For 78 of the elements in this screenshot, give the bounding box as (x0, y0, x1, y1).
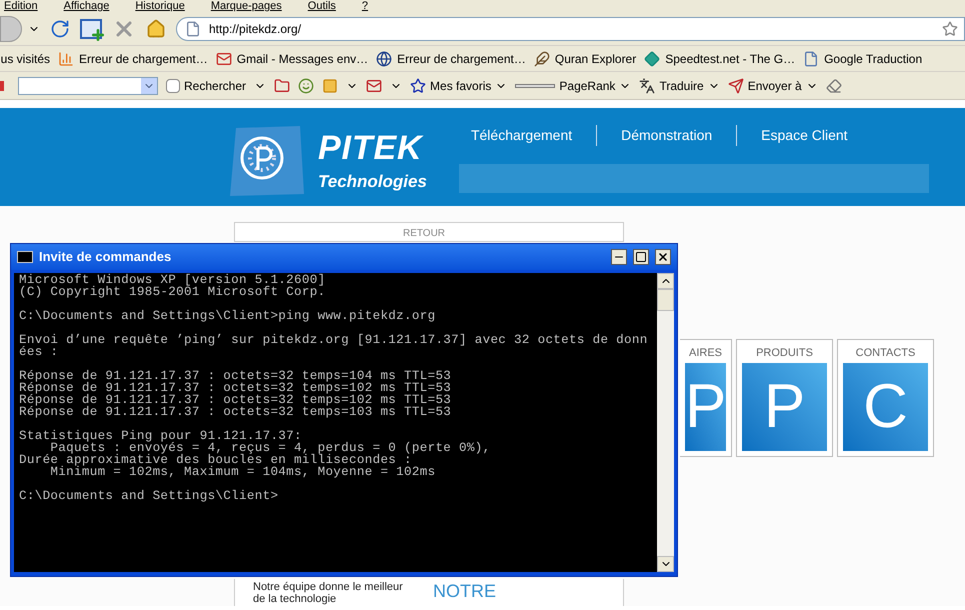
smiley-icon[interactable] (298, 78, 314, 94)
send-icon (728, 78, 744, 94)
scroll-down-icon[interactable] (657, 556, 674, 572)
intro-text: Notre équipe donne le meilleur de la technologie (253, 581, 403, 606)
menu-item[interactable]: Edition (4, 0, 38, 12)
console-line: C:\Documents and Settings\Client> (19, 490, 280, 502)
globe-icon (376, 50, 392, 66)
bookmark-link[interactable]: Google Traduction (824, 50, 922, 68)
brand-tagline: Technologies (318, 171, 427, 193)
toolbar-button[interactable]: Traduire (659, 76, 704, 94)
menu-item[interactable]: Marque-pages (210, 0, 282, 12)
category-card[interactable]: CONTACTS C (837, 339, 934, 457)
console-line: Minimum = 102ms, Maximum = 104ms, Moyenne = 102ms (49, 466, 436, 478)
console-icon (17, 251, 33, 263)
nav-link[interactable]: Téléchargement (458, 124, 584, 146)
bookmark-star-icon[interactable] (942, 20, 958, 36)
console-line: Microsoft Windows XP [version 5.1.2600] (19, 274, 326, 286)
console-line: Réponse de 91.121.17.37 : octets=32 temps=104 ms TTL=53 (19, 370, 452, 382)
bookmark-link[interactable]: Quran Explorer (554, 50, 636, 68)
console-line: Réponse de 91.121.17.37 : octets=32 temps=102 ms TTL=53 (19, 394, 452, 406)
brand-name: PITEK (318, 130, 424, 166)
feather-icon (534, 50, 550, 66)
search-combobox[interactable] (18, 76, 158, 94)
menu-item[interactable]: Historique (135, 0, 185, 12)
bookmark-link[interactable]: Speedtest.net - The G… (665, 50, 796, 68)
envelope-icon (216, 50, 232, 66)
category-card[interactable]: PRODUITS P (736, 339, 833, 457)
nav-link[interactable]: Espace Client (736, 124, 860, 146)
card-tile: P (742, 363, 827, 451)
card-label: AIRES (688, 346, 723, 361)
scroll-thumb[interactable] (657, 289, 674, 311)
card-tile: C (843, 363, 928, 451)
scroll-up-icon[interactable] (657, 273, 674, 289)
back-link[interactable]: RETOUR (402, 226, 446, 241)
bar-chart-icon (58, 50, 74, 66)
bookmark-link[interactable]: Erreur de chargement… (397, 50, 526, 68)
pagerank-bar-icon (515, 84, 556, 88)
translate-icon (639, 78, 656, 94)
console-line: (C) Copyright 1985-2001 Microsoft Corp. (19, 286, 326, 298)
scrollbar[interactable] (657, 273, 674, 572)
star-icon (410, 78, 426, 94)
toolbar-button[interactable]: Mes favoris (430, 76, 492, 94)
bookmark-link[interactable]: lus visités (0, 50, 50, 68)
url-text: http://pitekdz.org/ (209, 20, 302, 38)
folder-icon[interactable] (274, 78, 290, 94)
envelope-icon[interactable] (366, 78, 382, 94)
reload-icon[interactable] (50, 18, 70, 38)
address-field[interactable]: http://pitekdz.org/ (176, 16, 965, 40)
bookmark-link[interactable]: Erreur de chargement… (79, 50, 208, 68)
menu-item[interactable]: ? (362, 0, 368, 12)
bookmark-link[interactable]: Gmail - Messages env… (236, 50, 368, 68)
console-line: Durée approximative des boucles en millisecondes : (19, 454, 412, 466)
category-card[interactable]: AIRES P (680, 339, 732, 457)
intro-heading: NOTRE (433, 581, 496, 603)
logo-icon (230, 126, 306, 196)
menu-item[interactable]: Affichage (64, 0, 110, 12)
console-line: Envoi d’une requête ’ping’ sur pitekdz.org [91.121.17.37] avec 32 octets de donn (19, 334, 649, 346)
page-icon (185, 20, 201, 36)
new-tab-icon[interactable] (80, 18, 102, 38)
console-line: C:\Documents and Settings\Client>ping www.pitekdz.org (19, 310, 436, 322)
toolbar-button[interactable]: Envoyer à (748, 76, 802, 94)
console-line: Statistiques Ping pour 91.121.17.37: (19, 430, 302, 442)
console-line: ées : (19, 346, 60, 358)
card-tile: P (685, 363, 726, 451)
card-label: PRODUITS (755, 346, 814, 361)
console-line: Réponse de 91.121.17.37 : octets=32 temps=102 ms TTL=53 (19, 382, 452, 394)
search-button[interactable]: Rechercher (166, 76, 246, 94)
page-icon (803, 50, 820, 66)
card-label: CONTACTS (854, 346, 916, 361)
window-title: Invite de commandes (39, 248, 172, 266)
nav-link[interactable]: Démonstration (596, 124, 724, 146)
eraser-icon[interactable] (826, 78, 842, 94)
menu-item[interactable]: Outils (308, 0, 336, 12)
console-line: Réponse de 91.121.17.37 : octets=32 temps=103 ms TTL=53 (19, 406, 452, 418)
diamond-icon (644, 50, 660, 66)
console-line: Paquets : envoyés = 4, reçus = 4, perdus = 0 (perte 0%), (50, 442, 492, 454)
home-icon[interactable] (146, 18, 166, 38)
toolbar-button[interactable]: PageRank (559, 76, 616, 94)
